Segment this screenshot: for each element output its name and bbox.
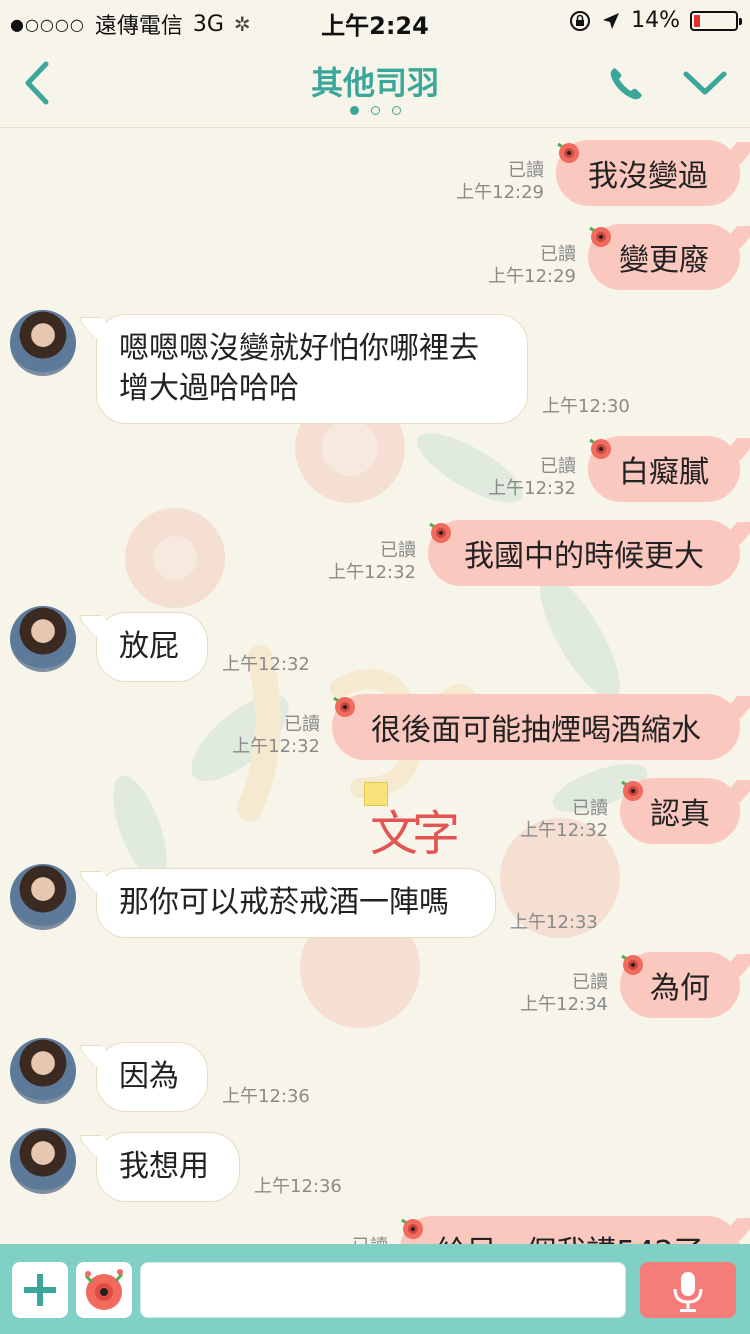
outgoing-message-bubble[interactable]: 我沒變過 [556,140,740,206]
read-receipt: 已讀 [352,1232,388,1244]
chat-area[interactable]: 我沒變過 已讀 上午12:29 變更廢 已讀 上午12:29 嗯嗯嗯沒變就好怕你哪裡去 增大過… [0,128,750,1244]
message-timestamp: 上午12:32 [222,654,310,675]
bubble-flower-icon [333,696,355,717]
page-indicator [0,106,750,115]
status-right: 14% [569,8,742,33]
avatar[interactable] [10,1038,76,1104]
message-timestamp: 上午12:32 [488,478,576,499]
message-timestamp: 上午12:32 [232,736,320,757]
message-text: 放屁 [119,629,179,664]
avatar[interactable] [10,864,76,930]
message-timestamp: 上午12:32 [520,820,608,841]
message-timestamp: 上午12:33 [510,912,598,933]
voice-button[interactable] [640,1262,736,1318]
avatar[interactable] [10,606,76,672]
message-timestamp: 上午12:34 [520,994,608,1015]
rotation-lock-icon [570,10,591,31]
message-text: 我國中的時候更大 [464,539,704,574]
microphone-icon [673,1272,703,1312]
avatar[interactable] [10,310,76,376]
status-bar: ●○○○○ 遠傳電信 3G ✲ 上午2:24 14% [0,0,750,40]
page-dot [349,106,359,115]
bubble-flower-icon [557,142,579,163]
overlay-text: 文字 [370,806,460,862]
message-text: 那你可以戒菸戒酒一陣嗎 [119,885,449,920]
location-icon [603,12,620,29]
add-button[interactable] [12,1262,68,1318]
message-timestamp: 上午12:36 [254,1176,342,1197]
flower-sticker-icon [84,1269,124,1310]
plus-icon [24,1274,56,1306]
message-text-line: 嗯嗯嗯沒變就好怕你哪裡去 [119,331,479,366]
bubble-flower-icon [589,226,611,247]
incoming-message-bubble[interactable]: 因為 [96,1042,208,1112]
incoming-message-bubble[interactable]: 嗯嗯嗯沒變就好怕你哪裡去 增大過哈哈哈 [96,314,528,424]
outgoing-message-bubble[interactable]: 很後面可能抽煙喝酒縮水 [332,694,740,760]
phone-icon[interactable] [606,64,646,104]
message-input-bar [0,1244,750,1334]
bubble-flower-icon [401,1218,423,1239]
message-text: 白癡膩 [619,455,709,490]
battery-icon [690,10,742,31]
message-timestamp: 上午12:32 [328,562,416,583]
sticker-button[interactable] [76,1262,132,1318]
message-text: 為何 [650,971,710,1006]
bubble-flower-icon [621,954,643,975]
bubble-flower-icon [621,780,643,801]
incoming-message-bubble[interactable]: 那你可以戒菸戒酒一陣嗎 [96,868,496,938]
avatar[interactable] [10,1128,76,1194]
battery-percent: 14% [631,8,680,33]
bubble-flower-icon [589,438,611,459]
bubble-flower-icon [429,522,451,543]
incoming-message-bubble[interactable]: 我想用 [96,1132,240,1202]
message-text: 很後面可能抽煙喝酒縮水 [371,713,701,748]
chat-header: 其他司羽 [0,40,750,128]
message-timestamp: 上午12:29 [488,266,576,287]
message-text: 給另一個我講542了 [436,1227,703,1244]
message-text: 我沒變過 [588,159,708,194]
message-timestamp: 上午12:30 [542,396,630,417]
page-dot [370,106,380,115]
message-text-line: 增大過哈哈哈 [119,371,299,406]
message-timestamp: 上午12:36 [222,1086,310,1107]
page-dot [391,106,401,115]
message-timestamp: 上午12:29 [456,182,544,203]
chevron-down-icon[interactable] [680,64,730,104]
message-text: 因為 [119,1059,179,1094]
message-text: 變更廢 [619,243,709,278]
battery-fill [694,14,700,27]
text-overlay[interactable]: 文字 [364,782,494,872]
message-text: 我想用 [119,1149,209,1184]
message-input[interactable] [140,1262,626,1318]
outgoing-message-bubble[interactable]: 我國中的時候更大 [428,520,740,586]
outgoing-message-bubble[interactable]: 給另一個我講542了 [400,1216,740,1244]
message-text: 認真 [650,797,710,832]
incoming-message-bubble[interactable]: 放屁 [96,612,208,682]
